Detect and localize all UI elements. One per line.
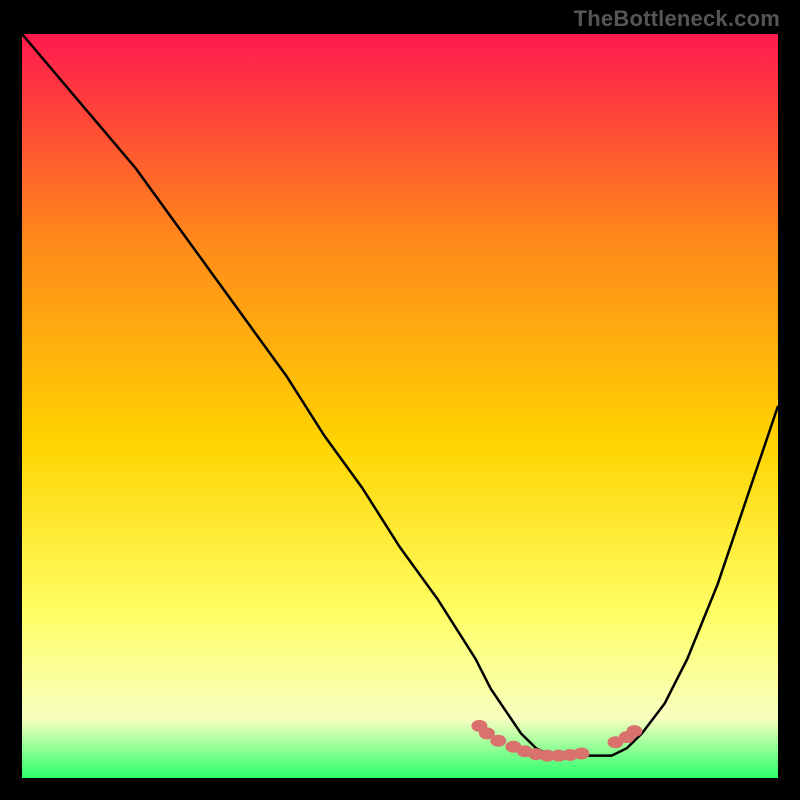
scatter-dot bbox=[490, 735, 506, 747]
watermark-text: TheBottleneck.com bbox=[574, 6, 780, 32]
chart-svg bbox=[22, 34, 778, 778]
plot-frame bbox=[22, 34, 778, 778]
chart-container: TheBottleneck.com bbox=[0, 0, 800, 800]
scatter-dot bbox=[573, 747, 589, 759]
gradient-background bbox=[22, 34, 778, 778]
scatter-dot bbox=[626, 725, 642, 737]
